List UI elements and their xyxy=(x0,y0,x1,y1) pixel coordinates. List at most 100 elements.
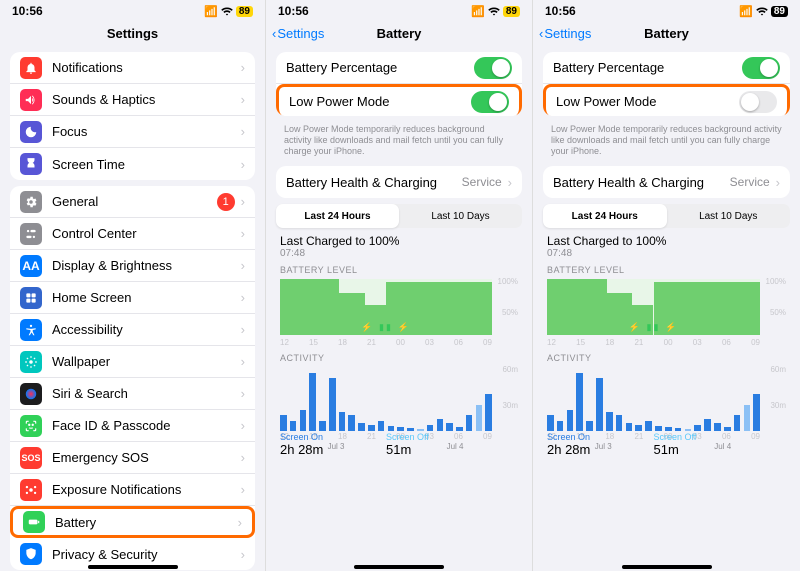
focus-icon xyxy=(20,121,42,143)
chevron-right-icon: › xyxy=(241,124,245,139)
battery-level-label: BATTERY LEVEL xyxy=(547,265,786,275)
screen-on-value: 2h 28m xyxy=(547,442,654,457)
battery-badge: 89 xyxy=(236,6,253,17)
row-label: Home Screen xyxy=(52,290,241,305)
homescreen-icon xyxy=(20,287,42,309)
row-label: Low Power Mode xyxy=(289,94,471,109)
back-label: Settings xyxy=(277,26,324,41)
time-range-segmented[interactable]: Last 24 HoursLast 10 Days xyxy=(543,204,790,228)
battery-panel-lpm-off: 10:56📶89 ‹Settings Battery Battery Percenta… xyxy=(533,0,800,571)
seg-24h[interactable]: Last 24 Hours xyxy=(276,204,399,228)
chevron-right-icon: › xyxy=(241,157,245,172)
back-button[interactable]: ‹Settings xyxy=(539,26,591,41)
last-charged-time: 07:48 xyxy=(280,248,518,259)
low-power-mode-toggle[interactable] xyxy=(739,91,777,113)
settings-row-controlcenter[interactable]: Control Center› xyxy=(10,218,255,250)
chevron-right-icon: › xyxy=(241,482,245,497)
row-label: Battery Percentage xyxy=(286,60,474,75)
chevron-right-icon: › xyxy=(241,322,245,337)
usage-section: Last Charged to 100%07:48BATTERY LEVEL10… xyxy=(533,234,800,455)
time-range-segmented[interactable]: Last 24 HoursLast 10 Days xyxy=(276,204,522,228)
settings-row-wallpaper[interactable]: Wallpaper› xyxy=(10,346,255,378)
settings-row-accessibility[interactable]: Accessibility› xyxy=(10,314,255,346)
settings-row-sounds[interactable]: Sounds & Haptics› xyxy=(10,84,255,116)
clock: 10:56 xyxy=(12,4,43,18)
settings-row-screentime[interactable]: Screen Time› xyxy=(10,148,255,180)
seg-24h[interactable]: Last 24 Hours xyxy=(543,204,667,228)
navbar: ‹SettingsBattery xyxy=(266,20,532,46)
battery-percentage-toggle[interactable] xyxy=(474,57,512,79)
usage-summary: Screen On2h 28mScreen Off51m xyxy=(547,432,760,457)
clock: 10:56 xyxy=(545,4,576,18)
battery-panel-lpm-on: 10:56📶89‹SettingsBatteryBattery Percenta… xyxy=(266,0,533,571)
row-label: Low Power Mode xyxy=(556,94,739,109)
accessibility-icon xyxy=(20,319,42,341)
settings-row-exposure[interactable]: Exposure Notifications› xyxy=(10,474,255,506)
activity-bars xyxy=(547,367,760,431)
settings-row-focus[interactable]: Focus› xyxy=(10,116,255,148)
axis-label: 30m xyxy=(770,401,786,410)
chevron-right-icon: › xyxy=(241,290,245,305)
home-indicator[interactable] xyxy=(622,565,712,569)
signal-icon: 📶 xyxy=(204,5,218,18)
row-label: Wallpaper xyxy=(52,354,241,369)
settings-row-notifications[interactable]: Notifications› xyxy=(10,52,255,84)
back-label: Settings xyxy=(544,26,591,41)
screen-on-value: 2h 28m xyxy=(280,442,386,457)
chevron-right-icon: › xyxy=(241,60,245,75)
screen-off-label: Screen Off xyxy=(654,432,761,442)
row-label: Notifications xyxy=(52,60,241,75)
screen-on-label: Screen On xyxy=(547,432,654,442)
wifi-icon xyxy=(756,7,768,16)
activity-bars xyxy=(280,367,492,431)
chevron-right-icon: › xyxy=(241,194,245,209)
axis-label: 50% xyxy=(502,308,518,317)
seg-10d[interactable]: Last 10 Days xyxy=(667,204,791,228)
battery-percentage-row: Battery Percentage xyxy=(543,52,790,84)
chevron-right-icon: › xyxy=(241,547,245,562)
settings-row-faceid[interactable]: Face ID & Passcode› xyxy=(10,410,255,442)
settings-row-general[interactable]: General1› xyxy=(10,186,255,218)
settings-row-siri[interactable]: Siri & Search› xyxy=(10,378,255,410)
settings-row-display[interactable]: AADisplay & Brightness› xyxy=(10,250,255,282)
low-power-mode-toggle[interactable] xyxy=(471,91,509,113)
settings-group-1: Notifications›Sounds & Haptics›Focus›Scr… xyxy=(10,52,255,180)
battery-toggles-group: Battery Percentage Low Power Mode xyxy=(543,52,790,116)
home-indicator[interactable] xyxy=(354,565,444,569)
screen-on-label: Screen On xyxy=(280,432,386,442)
settings-root-panel: 10:56 📶 89 Settings Notifications›Sounds… xyxy=(0,0,266,571)
battery-level-label: BATTERY LEVEL xyxy=(280,265,518,275)
wallpaper-icon xyxy=(20,351,42,373)
privacy-icon xyxy=(20,543,42,565)
battery-health-row[interactable]: Battery Health & ChargingService› xyxy=(276,166,522,198)
row-label: Control Center xyxy=(52,226,241,241)
display-icon: AA xyxy=(20,255,42,277)
battery-percentage-toggle[interactable] xyxy=(742,57,780,79)
battery-health-group: Battery Health & ChargingService› xyxy=(276,166,522,198)
page-title: Battery xyxy=(644,26,689,41)
row-label: Sounds & Haptics xyxy=(52,92,241,107)
back-button[interactable]: ‹Settings xyxy=(272,26,324,41)
charging-icons: ⚡ ▮▮ ⚡ xyxy=(280,322,492,333)
chevron-right-icon: › xyxy=(241,418,245,433)
home-indicator[interactable] xyxy=(88,565,178,569)
page-title: Settings xyxy=(107,26,158,41)
settings-row-homescreen[interactable]: Home Screen› xyxy=(10,282,255,314)
screen-off-label: Screen Off xyxy=(386,432,492,442)
charging-icons: ⚡ ▮▮ ⚡ xyxy=(547,322,760,333)
axis-label: 100% xyxy=(766,277,786,286)
low-power-mode-row: Low Power Mode xyxy=(543,84,790,116)
status-bar: 10:56📶89 xyxy=(533,0,800,20)
chevron-right-icon: › xyxy=(241,386,245,401)
faceid-icon xyxy=(20,415,42,437)
row-label: Screen Time xyxy=(52,157,241,172)
settings-row-sos[interactable]: SOSEmergency SOS› xyxy=(10,442,255,474)
sounds-icon xyxy=(20,89,42,111)
settings-row-battery[interactable]: Battery› xyxy=(10,506,255,538)
battery-health-row[interactable]: Battery Health & ChargingService› xyxy=(543,166,790,198)
last-charged-time: 07:48 xyxy=(547,248,786,259)
activity-chart: 60m30m1215182100030609Jul 3Jul 4Screen O… xyxy=(280,365,518,455)
seg-10d[interactable]: Last 10 Days xyxy=(399,204,522,228)
row-label: Privacy & Security xyxy=(52,547,241,562)
row-label: Battery Percentage xyxy=(553,60,742,75)
